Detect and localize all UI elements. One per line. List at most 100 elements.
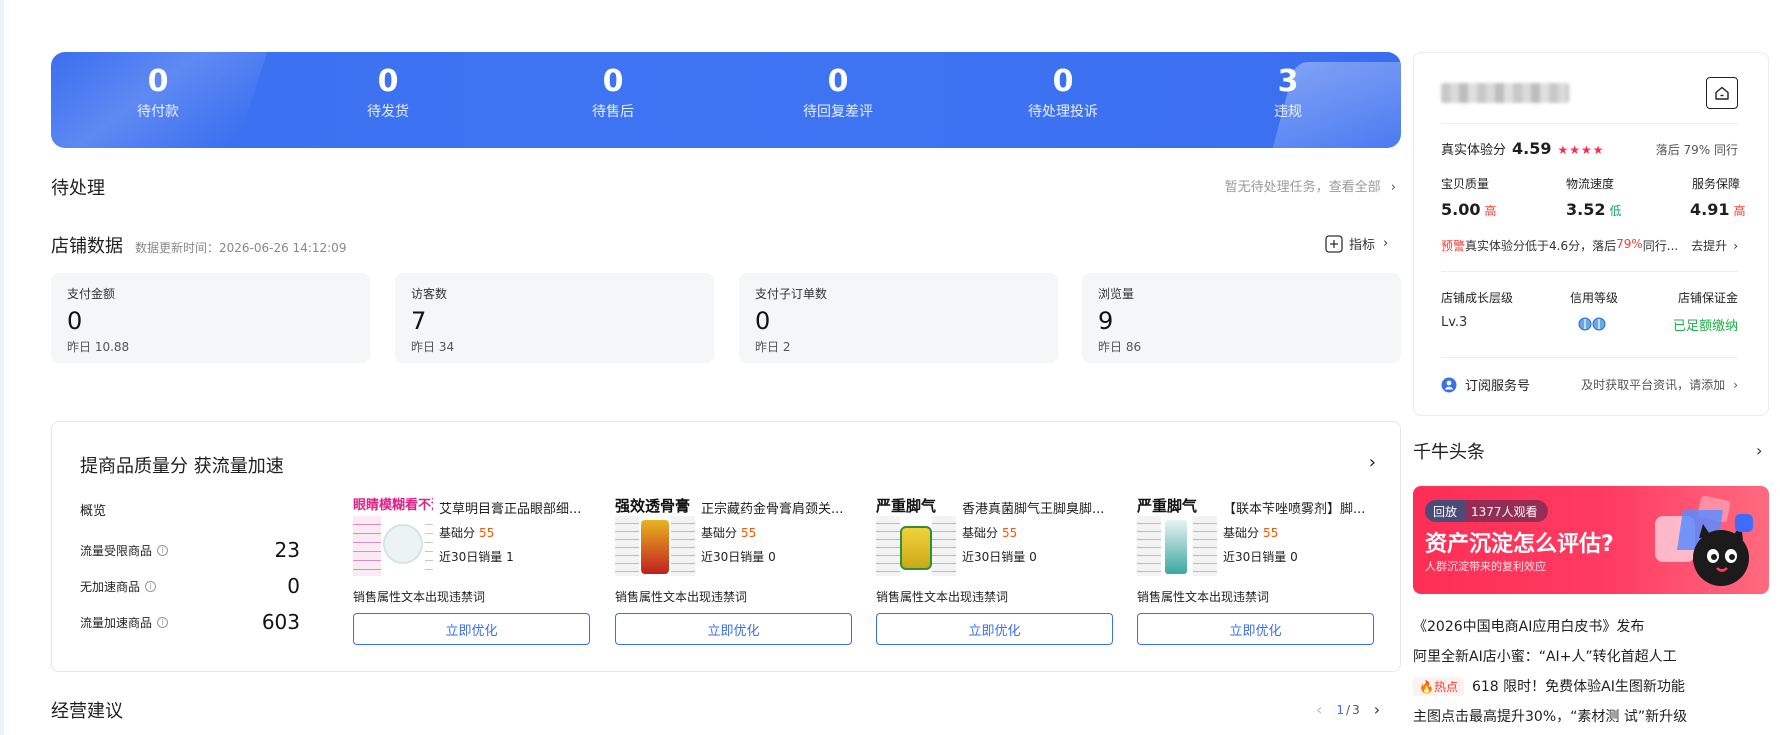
overview-row-no-boost[interactable]: 无加速商品 i 0 [80,574,300,598]
pending-view-all-link[interactable]: 暂无待处理任务，查看全部 › [1225,176,1396,195]
banner-headline: 资产沉淀怎么评估? [1425,532,1614,557]
thumbnail-caption: 眼睛模糊看不清 [353,498,433,513]
chevron-right-icon[interactable]: › [1756,441,1762,460]
quality-title: 提商品质量分 获流量加速 [80,456,284,477]
indicator-label: 指标 [1349,238,1376,253]
product-score: 基础分 55 [1223,526,1279,540]
stat-card-pageviews[interactable]: 浏览量 9 昨日 86 [1082,273,1401,363]
optimize-button[interactable]: 立即优化 [353,613,590,645]
divider [1441,123,1738,124]
status-after-sales[interactable]: 0 待售后 [513,62,713,122]
thumbnail-graphic [1137,516,1161,576]
overview-row-value: 603 [261,610,300,634]
chevron-right-icon: › [1383,236,1389,251]
news-item-text: 《2026中国电商AI应用白皮书》发布 [1413,619,1645,635]
quality-panel: 提商品质量分 获流量加速 › 概览 流量受限商品 i 23 无加速商品 i 0 流量… [51,421,1401,672]
stat-title: 支付金额 [67,287,116,301]
credit-level-value[interactable] [1578,317,1608,335]
status-count: 3 [1277,64,1299,99]
chevron-right-icon[interactable]: › [1374,700,1380,719]
product-name[interactable]: 艾草明目膏正品眼部细... [439,498,589,517]
news-item[interactable]: 阿里全新AI店小蜜：“AI+人”转化首超人工 [1413,646,1677,666]
info-icon: i [157,544,169,556]
thumbnail-caption: 严重脚气 [876,497,937,515]
status-complaints[interactable]: 0 待处理投诉 [963,62,1163,122]
optimize-button[interactable]: 立即优化 [1137,613,1374,645]
product-name[interactable]: 【联本苄唑喷雾剂】脚... [1223,498,1373,517]
product-sales: 近30日销量 0 [701,550,776,564]
overview-row-boosted[interactable]: 流量加速商品 i 603 [80,610,300,634]
overview-row-label: 流量加速商品 [80,615,153,630]
experience-score-value: 4.59 [1512,139,1552,158]
product-warning: 销售属性文本出现违禁词 [876,590,1009,604]
chevron-right-icon[interactable]: › [1369,452,1376,473]
stat-title: 浏览量 [1098,287,1135,301]
improve-link[interactable]: 去提升 › [1691,237,1738,254]
status-label: 违规 [1274,104,1302,120]
stat-value: 0 [67,307,83,335]
thumbnail-graphic [900,526,932,570]
metric-label: 物流速度 [1566,177,1615,191]
advice-pager: ‹ 1 / 3 › [1316,700,1380,719]
shop-home-button[interactable] [1706,77,1738,109]
shop-info-card: 真实体验分 4.59 ★★★★ 落后 79% 同行 宝贝质量 5.00 高 物流速… [1413,52,1769,416]
product-score: 基础分 55 [701,526,757,540]
experience-rank: 落后 79% 同行 [1655,143,1738,157]
status-pending-payment[interactable]: 0 待付款 [58,62,258,122]
flame-icon: 🔥 [1419,679,1434,694]
status-label: 待发货 [367,104,409,120]
product-card: 强效透骨膏 正宗藏药金骨膏肩颈关... 基础分 55 近30日销量 0 销售属性文… [615,496,852,656]
chevron-right-icon: › [1390,180,1396,195]
product-thumbnail[interactable]: 严重脚气 [876,496,956,576]
news-item[interactable]: 🔥热点 618 限时！免费体验AI生图新功能 [1413,676,1685,696]
credit-level-label: 信用等级 [1570,291,1619,305]
subscribe-row[interactable]: 订阅服务号 [1441,375,1530,394]
subscribe-hint-link[interactable]: 及时获取平台资讯，请添加 › [1581,376,1738,393]
stat-card-payment[interactable]: 支付金额 0 昨日 10.88 [51,273,370,363]
product-thumbnail[interactable]: 眼睛模糊看不清 [353,496,433,576]
product-name[interactable]: 香港真菌脚气王脚臭脚... [962,498,1112,517]
metric-tag: 低 [1609,204,1622,218]
overview-label: 概览 [80,504,107,519]
status-pending-shipment[interactable]: 0 待发货 [288,62,488,122]
product-score: 基础分 55 [962,526,1018,540]
news-banner[interactable]: 回放 1377人观看 资产沉淀怎么评估? 人群沉淀带来的复利效应 [1413,486,1769,594]
star-rating-icon: ★★★★ [1557,143,1605,157]
deposit-status[interactable]: 已足额缴纳 [1673,315,1738,334]
news-item[interactable]: 《2026中国电商AI应用白皮书》发布 [1413,616,1644,636]
optimize-button[interactable]: 立即优化 [876,613,1113,645]
overview-row-restricted[interactable]: 流量受限商品 i 23 [80,538,300,562]
banner-subline: 人群沉淀带来的复利效应 [1425,560,1546,573]
optimize-button[interactable]: 立即优化 [615,613,852,645]
replay-badge: 回放 1377人观看 [1425,500,1548,522]
product-thumbnail[interactable]: 严重脚气 [1137,496,1217,576]
product-thumbnail[interactable]: 强效透骨膏 [615,496,695,576]
product-warning: 销售属性文本出现违禁词 [1137,590,1270,604]
news-item[interactable]: 主图点击最高提升30%，“素材测 试”新升级 [1413,706,1687,726]
growth-level-value[interactable]: Lv.3 [1441,315,1467,330]
product-name[interactable]: 正宗藏药金骨膏肩颈关... [701,498,851,517]
warning-text: 真实体验分低于4.6分，落后 [1465,239,1617,253]
metric-item-quality: 宝贝质量 5.00 高 [1441,175,1551,219]
replay-tag: 回放 [1425,500,1466,522]
news-section-title: 千牛头条 [1413,442,1485,463]
status-count: 0 [827,64,849,99]
thumbnail-graphic [1193,516,1217,576]
stat-yesterday: 昨日 10.88 [67,340,130,354]
pending-empty-text: 暂无待处理任务，查看全部 [1224,180,1381,195]
chevron-left-icon[interactable]: ‹ [1316,700,1322,719]
warning-text-tail: 同行... [1642,239,1679,253]
stat-yesterday: 昨日 34 [411,340,455,354]
product-warning: 销售属性文本出现违禁词 [353,590,486,604]
stat-yesterday: 昨日 2 [755,340,791,354]
stat-card-visitors[interactable]: 访客数 7 昨日 34 [395,273,714,363]
metric-item-service: 服务保障 4.91 高 [1690,175,1746,219]
chevron-right-icon: › [1733,378,1738,392]
status-violations[interactable]: 3 违规 [1188,62,1388,122]
stat-card-orders[interactable]: 支付子订单数 0 昨日 2 [739,273,1058,363]
status-negative-reviews[interactable]: 0 待回复差评 [738,62,938,122]
thumbnail-graphic [353,516,381,576]
shop-data-header: 店铺数据 数据更新时间：2026-06-26 14:12:09 [51,232,346,258]
indicator-button[interactable]: 指标 › [1325,234,1388,253]
thumbnail-graphic [876,516,900,576]
